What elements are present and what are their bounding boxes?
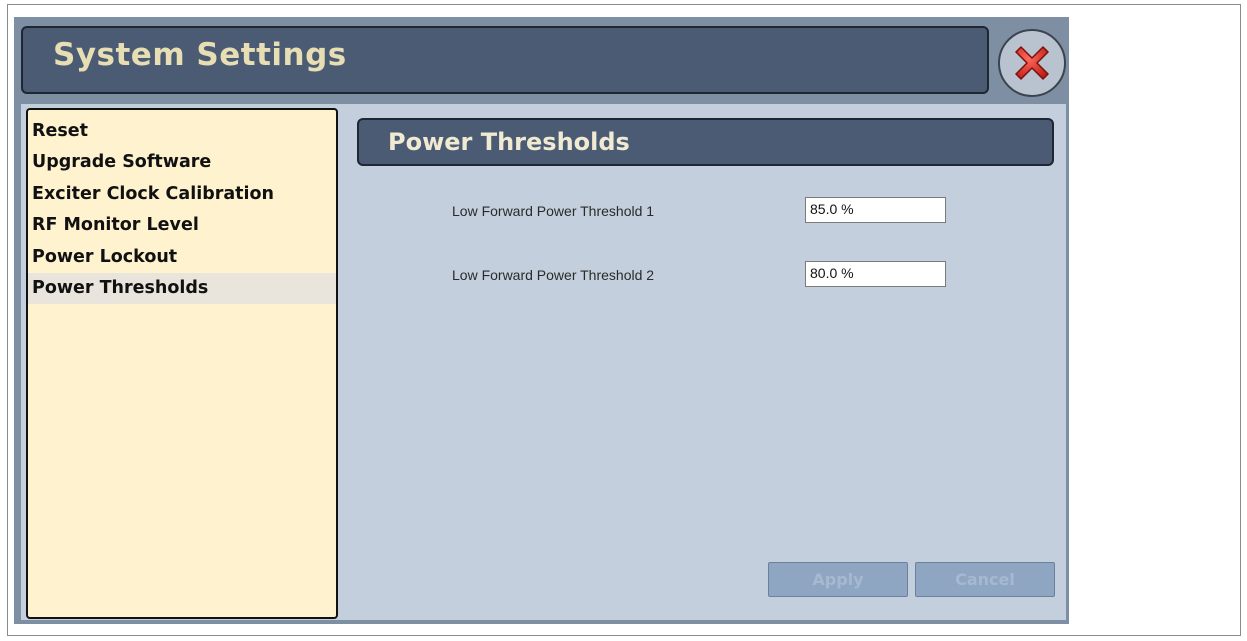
close-icon xyxy=(1015,46,1049,80)
section-title: Power Thresholds xyxy=(388,128,630,156)
menu-item-reset[interactable]: Reset xyxy=(28,116,336,147)
menu-item-upgrade-software[interactable]: Upgrade Software xyxy=(28,147,336,178)
threshold-1-label: Low Forward Power Threshold 1 xyxy=(452,203,655,219)
threshold-1-input[interactable]: 85.0 % xyxy=(805,197,946,223)
settings-menu: Reset Upgrade Software Exciter Clock Cal… xyxy=(26,108,338,619)
title-bar: System Settings xyxy=(21,26,989,94)
section-header: Power Thresholds xyxy=(357,118,1054,166)
close-button[interactable] xyxy=(998,29,1066,97)
apply-button[interactable]: Apply xyxy=(768,562,908,597)
threshold-2-label: Low Forward Power Threshold 2 xyxy=(452,267,655,283)
menu-item-rf-monitor-level[interactable]: RF Monitor Level xyxy=(28,210,336,241)
window-title: System Settings xyxy=(53,37,347,73)
menu-item-exciter-clock-calibration[interactable]: Exciter Clock Calibration xyxy=(28,179,336,210)
threshold-2-input[interactable]: 80.0 % xyxy=(805,261,946,287)
menu-item-power-lockout[interactable]: Power Lockout xyxy=(28,242,336,273)
cancel-button[interactable]: Cancel xyxy=(915,562,1055,597)
menu-item-power-thresholds[interactable]: Power Thresholds xyxy=(28,272,336,305)
